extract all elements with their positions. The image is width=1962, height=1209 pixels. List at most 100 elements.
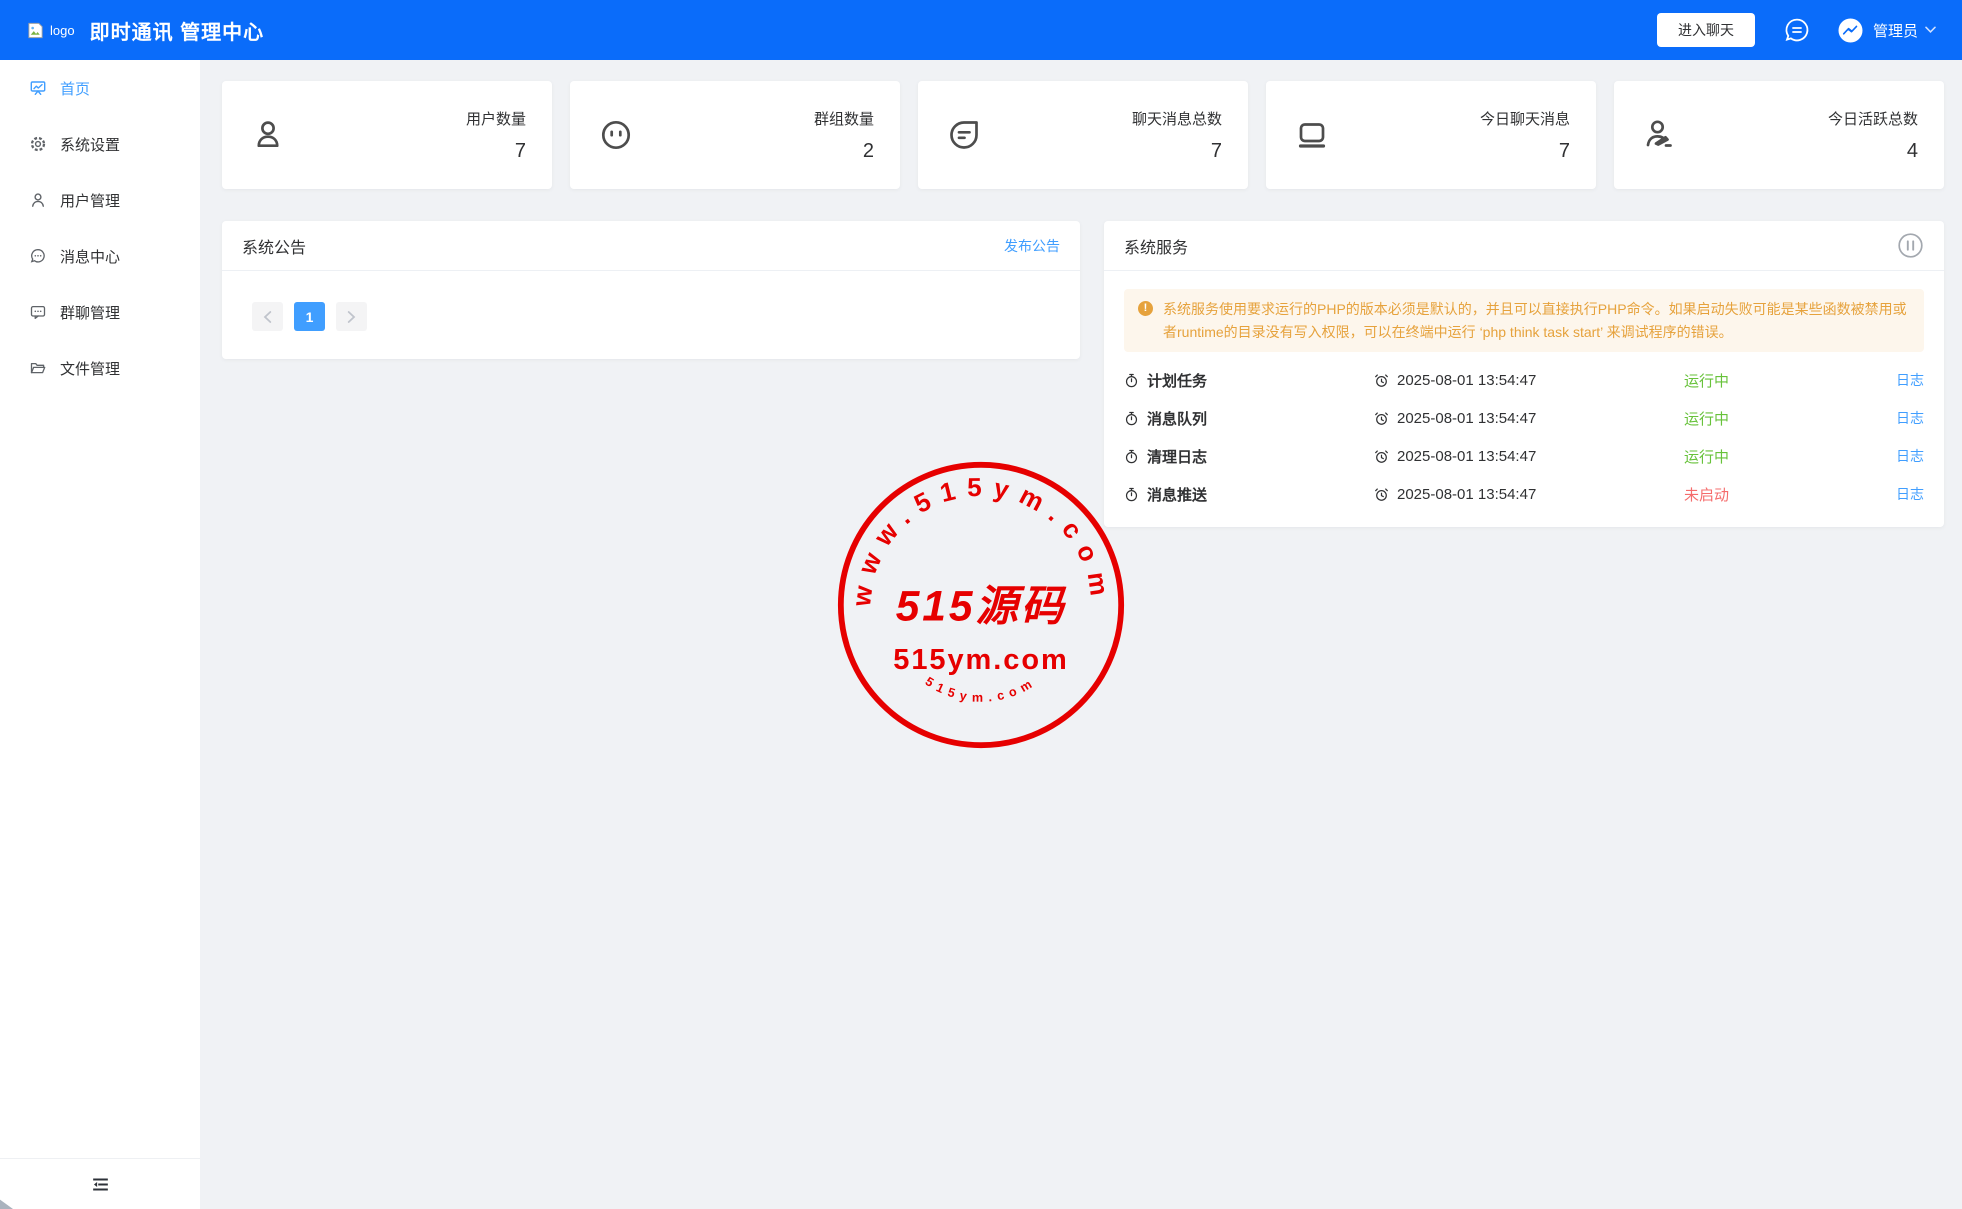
app-title: 即时通讯 管理中心: [90, 16, 265, 45]
service-name: 消息推送: [1147, 484, 1207, 505]
enter-chat-button[interactable]: 进入聊天: [1657, 13, 1755, 47]
service-list: 计划任务 2025-08-01 13:54:47 运行中 日志 消息队列: [1104, 352, 1944, 513]
log-link[interactable]: 日志: [1896, 446, 1924, 466]
alarm-clock-icon: [1374, 449, 1389, 464]
sidebar-item-label: 首页: [60, 78, 90, 99]
publish-announcement-link[interactable]: 发布公告: [1004, 236, 1060, 256]
chevron-left-icon: [263, 311, 272, 323]
sidebar-footer: [0, 1158, 200, 1209]
service-time: 2025-08-01 13:54:47: [1397, 372, 1536, 389]
broken-image-icon: [26, 21, 45, 40]
top-header: logo 即时通讯 管理中心 进入聊天 管理员: [0, 0, 1962, 60]
user-icon: [248, 115, 288, 155]
chevron-down-icon: [1925, 26, 1936, 34]
stat-value: 4: [1828, 140, 1918, 163]
service-row: 消息推送 2025-08-01 13:54:47 未启动 日志: [1124, 475, 1924, 513]
announcement-panel-title: 系统公告: [242, 234, 306, 258]
stat-label: 今日活跃总数: [1828, 108, 1918, 129]
php-warning-alert: ! 系统服务使用要求运行的PHP的版本必须是默认的，并且可以直接执行PHP命令。…: [1124, 289, 1924, 352]
admin-dropdown[interactable]: 管理员: [1873, 20, 1936, 41]
service-time: 2025-08-01 13:54:47: [1397, 410, 1536, 427]
service-row: 计划任务 2025-08-01 13:54:47 运行中 日志: [1124, 361, 1924, 399]
folder-icon: [29, 359, 47, 377]
sidebar-menu: 首页 系统设置 用户管理: [0, 60, 200, 1158]
sidebar-item-messages[interactable]: 消息中心: [0, 228, 200, 284]
sidebar-item-label: 群聊管理: [60, 302, 120, 323]
stat-value: 7: [466, 140, 526, 163]
services-panel: 系统服务 ! 系统服务使用要求运行的PHP的版本必须是默认的，并且可以直接执行P…: [1104, 221, 1944, 527]
chat-bubble-icon: [944, 115, 984, 155]
announcement-panel: 系统公告 发布公告 1: [222, 221, 1080, 359]
sidebar-item-label: 用户管理: [60, 190, 120, 211]
stopwatch-icon: [1124, 449, 1139, 464]
stat-card-users: 用户数量 7: [222, 81, 552, 189]
gear-icon: [29, 135, 47, 153]
sidebar-item-home[interactable]: 首页: [0, 60, 200, 116]
log-link[interactable]: 日志: [1896, 484, 1924, 504]
user-icon: [29, 191, 47, 209]
stat-value: 7: [1480, 140, 1570, 163]
messenger-icon[interactable]: [1837, 17, 1864, 44]
smiley-icon: [596, 115, 636, 155]
brand: logo 即时通讯 管理中心: [26, 16, 264, 45]
chevron-right-icon: [347, 311, 356, 323]
service-status: 运行中: [1684, 446, 1896, 467]
pagination-prev-button[interactable]: [252, 302, 283, 331]
stat-value: 7: [1132, 140, 1222, 163]
chat-message-icon[interactable]: [1783, 16, 1811, 44]
sidebar-item-group-chat[interactable]: 群聊管理: [0, 284, 200, 340]
stat-label: 今日聊天消息: [1480, 108, 1570, 129]
stat-value: 2: [814, 140, 874, 163]
stat-card-active-today: 今日活跃总数 4: [1614, 81, 1944, 189]
header-actions: 进入聊天 管理员: [1657, 13, 1936, 47]
main-content: 用户数量 7 群组数量 2 聊天: [200, 60, 1962, 1209]
sidebar-item-label: 文件管理: [60, 358, 120, 379]
pagination-page-1[interactable]: 1: [294, 302, 325, 331]
service-name: 清理日志: [1147, 446, 1207, 467]
stat-card-groups: 群组数量 2: [570, 81, 900, 189]
admin-label: 管理员: [1873, 20, 1918, 41]
logo-alt-text: logo: [50, 23, 75, 38]
stat-card-today-messages: 今日聊天消息 7: [1266, 81, 1596, 189]
service-name: 计划任务: [1147, 370, 1207, 391]
sidebar-item-settings[interactable]: 系统设置: [0, 116, 200, 172]
service-time: 2025-08-01 13:54:47: [1397, 448, 1536, 465]
stat-label: 聊天消息总数: [1132, 108, 1222, 129]
sidebar-item-label: 消息中心: [60, 246, 120, 267]
alarm-clock-icon: [1374, 411, 1389, 426]
stopwatch-icon: [1124, 487, 1139, 502]
service-status: 运行中: [1684, 370, 1896, 391]
dashboard-icon: [29, 79, 47, 97]
sidebar-item-users[interactable]: 用户管理: [0, 172, 200, 228]
services-panel-title: 系统服务: [1124, 234, 1188, 258]
sidebar-item-files[interactable]: 文件管理: [0, 340, 200, 396]
service-time: 2025-08-01 13:54:47: [1397, 486, 1536, 503]
warning-icon: !: [1138, 301, 1153, 316]
sidebar-collapse-icon[interactable]: [91, 1175, 110, 1194]
warning-text: 系统服务使用要求运行的PHP的版本必须是默认的，并且可以直接执行PHP命令。如果…: [1163, 298, 1910, 343]
monitor-icon: [1292, 115, 1332, 155]
active-user-icon: [1640, 115, 1680, 155]
log-link[interactable]: 日志: [1896, 408, 1924, 428]
service-row: 清理日志 2025-08-01 13:54:47 运行中 日志: [1124, 437, 1924, 475]
pause-icon[interactable]: [1897, 232, 1924, 259]
service-status: 未启动: [1684, 484, 1896, 505]
stat-label: 用户数量: [466, 108, 526, 129]
pagination-next-button[interactable]: [336, 302, 367, 331]
alarm-clock-icon: [1374, 373, 1389, 388]
alarm-clock-icon: [1374, 487, 1389, 502]
stat-cards: 用户数量 7 群组数量 2 聊天: [222, 81, 1944, 189]
stat-card-total-messages: 聊天消息总数 7: [918, 81, 1248, 189]
service-status: 运行中: [1684, 408, 1896, 429]
service-name: 消息队列: [1147, 408, 1207, 429]
sidebar: 首页 系统设置 用户管理: [0, 60, 200, 1209]
chat-square-icon: [29, 303, 47, 321]
pagination: 1: [252, 302, 1080, 331]
stopwatch-icon: [1124, 411, 1139, 426]
log-link[interactable]: 日志: [1896, 370, 1924, 390]
chat-round-icon: [29, 247, 47, 265]
service-row: 消息队列 2025-08-01 13:54:47 运行中 日志: [1124, 399, 1924, 437]
sidebar-item-label: 系统设置: [60, 134, 120, 155]
stopwatch-icon: [1124, 373, 1139, 388]
stat-label: 群组数量: [814, 108, 874, 129]
